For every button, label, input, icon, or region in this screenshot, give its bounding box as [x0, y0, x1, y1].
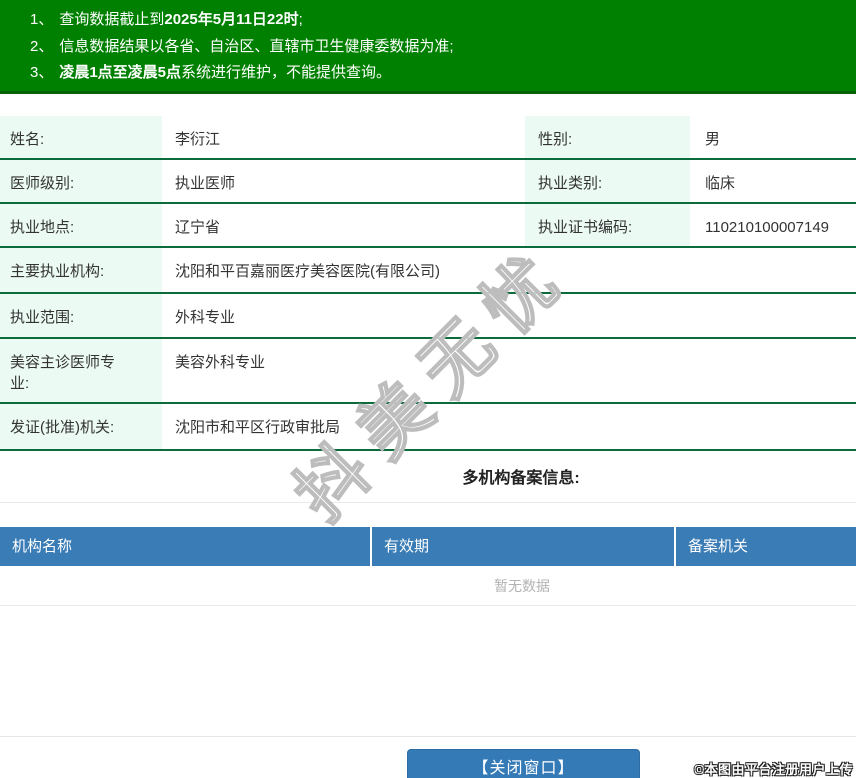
field-label-doctor-level: 医师级别:: [0, 160, 162, 202]
field-value-certificate-number: 110210100007149: [690, 204, 856, 246]
notice-number: 1、: [30, 7, 53, 34]
notice-text-bold: 凌晨1点至凌晨5点: [59, 64, 181, 81]
table-row: 美容主诊医师专业: 美容外科专业: [0, 339, 856, 404]
notice-text: 查询数据截止到2025年5月11日22时;: [59, 7, 302, 34]
query-result-page: 1、 查询数据截止到2025年5月11日22时; 2、 信息数据结果以各省、自治…: [0, 0, 856, 778]
field-value-main-institution: 沈阳和平百嘉丽医疗美容医院(有限公司): [162, 248, 856, 292]
notice-banner: 1、 查询数据截止到2025年5月11日22时; 2、 信息数据结果以各省、自治…: [0, 0, 856, 94]
field-value-practice-category: 临床: [690, 160, 856, 202]
field-label-main-institution: 主要执业机构:: [0, 248, 162, 292]
table-row: 姓名: 李衍江 性别: 男: [0, 116, 856, 160]
practitioner-info-table: 姓名: 李衍江 性别: 男 医师级别: 执业医师 执业类别: 临床 执业地点: …: [0, 116, 856, 451]
filing-table-header: 机构名称 有效期 备案机关: [0, 527, 856, 566]
field-value-doctor-level: 执业医师: [162, 160, 525, 202]
notice-text-post: ;: [299, 11, 303, 28]
field-label-practice-scope: 执业范围:: [0, 294, 162, 337]
table-row: 主要执业机构: 沈阳和平百嘉丽医疗美容医院(有限公司): [0, 248, 856, 294]
empty-data-text: 暂无数据: [494, 578, 550, 594]
notice-number: 2、: [30, 34, 53, 61]
field-value-practice-location: 辽宁省: [162, 204, 525, 246]
upload-credit-watermark: ©本图由平台注册用户上传: [694, 759, 853, 778]
notice-item: 2、 信息数据结果以各省、自治区、直辖市卫生健康委数据为准;: [30, 34, 846, 61]
table-row: 发证(批准)机关: 沈阳市和平区行政审批局: [0, 404, 856, 451]
filing-table: 机构名称 有效期 备案机关 暂无数据: [0, 527, 856, 606]
field-label-certificate-number: 执业证书编码:: [525, 204, 690, 246]
field-label-practice-location: 执业地点:: [0, 204, 162, 246]
field-value-practice-scope: 外科专业: [162, 294, 856, 337]
table-row: 执业地点: 辽宁省 执业证书编码: 110210100007149: [0, 204, 856, 248]
section-divider: [0, 502, 856, 503]
notice-item: 1、 查询数据截止到2025年5月11日22时;: [30, 7, 846, 34]
notice-text: 凌晨1点至凌晨5点系统进行维护，不能提供查询。: [59, 60, 391, 87]
notice-item: 3、 凌晨1点至凌晨5点系统进行维护，不能提供查询。: [30, 60, 846, 87]
close-window-button[interactable]: 【关闭窗口】: [407, 749, 640, 778]
notice-number: 3、: [30, 60, 53, 87]
column-header-filing-authority: 备案机关: [676, 527, 856, 566]
field-label-issuing-authority: 发证(批准)机关:: [0, 404, 162, 449]
multi-institution-section-title: 多机构备案信息:: [93, 469, 856, 488]
field-value-cosmetic-specialty: 美容外科专业: [162, 339, 856, 402]
notice-text-post: 系统进行维护，不能提供查询。: [181, 64, 391, 81]
column-header-institution-name: 机构名称: [0, 527, 372, 566]
column-header-validity-period: 有效期: [372, 527, 676, 566]
notice-text-pre: 查询数据截止到: [59, 11, 164, 28]
table-row: 医师级别: 执业医师 执业类别: 临床: [0, 160, 856, 204]
field-value-gender: 男: [690, 116, 856, 158]
field-label-practice-category: 执业类别:: [525, 160, 690, 202]
field-label-name: 姓名:: [0, 116, 162, 158]
field-value-issuing-authority: 沈阳市和平区行政审批局: [162, 404, 856, 449]
field-label-gender: 性别:: [525, 116, 690, 158]
field-label-cosmetic-specialty: 美容主诊医师专业:: [0, 339, 162, 402]
empty-data-row: 暂无数据: [0, 566, 856, 606]
notice-text-bold: 2025年5月11日22时: [164, 11, 298, 28]
notice-text: 信息数据结果以各省、自治区、直辖市卫生健康委数据为准;: [59, 34, 453, 61]
notice-text-pre: 信息数据结果以各省、自治区、直辖市卫生健康委数据为准;: [59, 38, 453, 55]
footer-divider: [0, 736, 856, 737]
table-row: 执业范围: 外科专业: [0, 294, 856, 339]
field-value-name: 李衍江: [162, 116, 525, 158]
